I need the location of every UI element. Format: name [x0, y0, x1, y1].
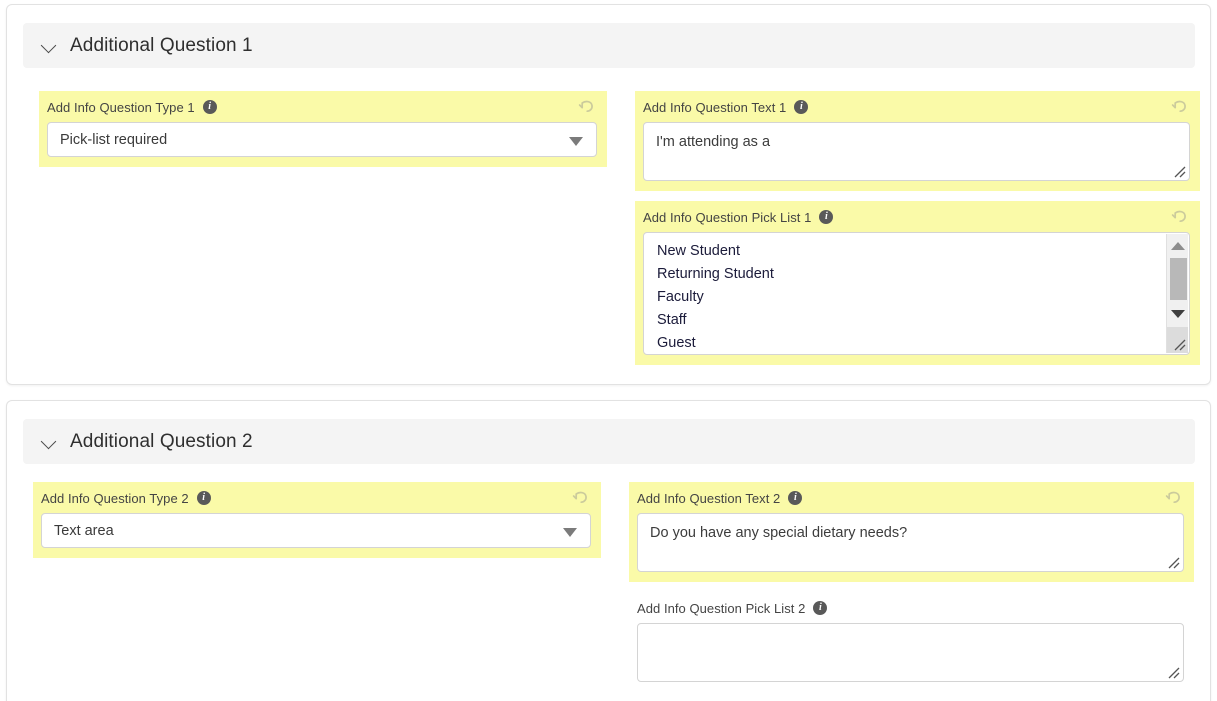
page-root: Additional Question 1 Add Info Question …	[0, 0, 1217, 701]
select-value: Text area	[54, 522, 114, 539]
field-add-info-question-text-1: Add Info Question Text 1 i I'm attending…	[635, 91, 1200, 191]
select-add-info-question-type-1[interactable]: Pick-list required	[47, 122, 597, 157]
listbox-resize-corner[interactable]	[1167, 327, 1188, 353]
revert-arrow-icon[interactable]	[1170, 206, 1190, 226]
textarea-value[interactable]	[638, 624, 1183, 644]
field-header: Add Info Question Type 2 i	[41, 488, 591, 508]
section-header-1[interactable]: Additional Question 1	[23, 23, 1195, 68]
scroll-down-arrow-icon[interactable]	[1167, 304, 1189, 324]
info-icon[interactable]: i	[788, 491, 803, 505]
additional-question-2-card: Additional Question 2 Add Info Question …	[6, 400, 1211, 701]
field-header: Add Info Question Text 2 i	[637, 488, 1184, 508]
info-icon[interactable]: i	[196, 491, 211, 505]
textarea-add-info-question-text-1[interactable]: I'm attending as a	[643, 122, 1190, 181]
field-add-info-question-pick-list-1: Add Info Question Pick List 1 i New Stud…	[635, 201, 1200, 365]
info-icon[interactable]: i	[794, 100, 809, 114]
list-item[interactable]: New Student	[657, 240, 1189, 263]
resize-grip-icon[interactable]	[1171, 163, 1187, 179]
field-add-info-question-pick-list-2: Add Info Question Pick List 2 i	[629, 592, 1194, 692]
textarea-add-info-question-pick-list-2[interactable]	[637, 623, 1184, 682]
info-icon[interactable]: i	[202, 100, 217, 114]
select-add-info-question-type-2[interactable]: Text area	[41, 513, 591, 548]
resize-grip-icon[interactable]	[1165, 554, 1181, 570]
resize-grip-icon[interactable]	[1165, 664, 1181, 680]
list-item[interactable]: Guest	[657, 332, 1189, 354]
list-item[interactable]: Returning Student	[657, 263, 1189, 286]
revert-arrow-icon[interactable]	[571, 487, 591, 507]
field-add-info-question-type-1: Add Info Question Type 1 i Pick-list req…	[39, 91, 607, 167]
label-add-info-question-text-1: Add Info Question Text 1	[643, 99, 787, 115]
caret-down-icon[interactable]	[569, 136, 583, 146]
revert-arrow-icon[interactable]	[1170, 96, 1190, 116]
field-add-info-question-type-2: Add Info Question Type 2 i Text area	[33, 482, 601, 558]
list-item[interactable]: Staff	[657, 309, 1189, 332]
textarea-add-info-question-text-2[interactable]: Do you have any special dietary needs?	[637, 513, 1184, 572]
label-add-info-question-type-2: Add Info Question Type 2	[41, 490, 189, 506]
chevron-down-icon[interactable]	[41, 37, 59, 55]
section-header-2[interactable]: Additional Question 2	[23, 419, 1195, 464]
section-title-1: Additional Question 1	[70, 34, 253, 56]
label-add-info-question-pick-list-2: Add Info Question Pick List 2	[637, 600, 806, 616]
label-add-info-question-type-1: Add Info Question Type 1	[47, 99, 195, 115]
textarea-value[interactable]: I'm attending as a	[644, 123, 1189, 162]
scroll-up-arrow-icon[interactable]	[1167, 236, 1189, 256]
info-icon[interactable]: i	[813, 601, 828, 615]
section-title-2: Additional Question 2	[70, 430, 253, 452]
field-header: Add Info Question Pick List 2 i	[637, 598, 1184, 618]
field-add-info-question-text-2: Add Info Question Text 2 i Do you have a…	[629, 482, 1194, 582]
label-add-info-question-text-2: Add Info Question Text 2	[637, 490, 781, 506]
listbox-add-info-question-pick-list-1[interactable]: New Student Returning Student Faculty St…	[643, 232, 1190, 355]
chevron-down-icon[interactable]	[41, 433, 59, 451]
select-value: Pick-list required	[60, 131, 168, 148]
label-add-info-question-pick-list-1: Add Info Question Pick List 1	[643, 209, 812, 225]
scrollbar-thumb[interactable]	[1170, 258, 1187, 300]
listbox-scrollbar[interactable]	[1166, 234, 1188, 353]
list-item[interactable]: Faculty	[657, 286, 1189, 309]
revert-arrow-icon[interactable]	[577, 96, 597, 116]
field-header: Add Info Question Pick List 1 i	[643, 207, 1190, 227]
caret-down-icon[interactable]	[563, 527, 577, 537]
revert-arrow-icon[interactable]	[1164, 487, 1184, 507]
field-header: Add Info Question Type 1 i	[47, 97, 597, 117]
field-header: Add Info Question Text 1 i	[643, 97, 1190, 117]
textarea-value[interactable]: Do you have any special dietary needs?	[638, 514, 1183, 553]
info-icon[interactable]: i	[819, 210, 834, 224]
listbox-items: New Student Returning Student Faculty St…	[644, 233, 1189, 354]
resize-grip-icon[interactable]	[1171, 336, 1187, 352]
additional-question-1-card: Additional Question 1 Add Info Question …	[6, 4, 1211, 385]
